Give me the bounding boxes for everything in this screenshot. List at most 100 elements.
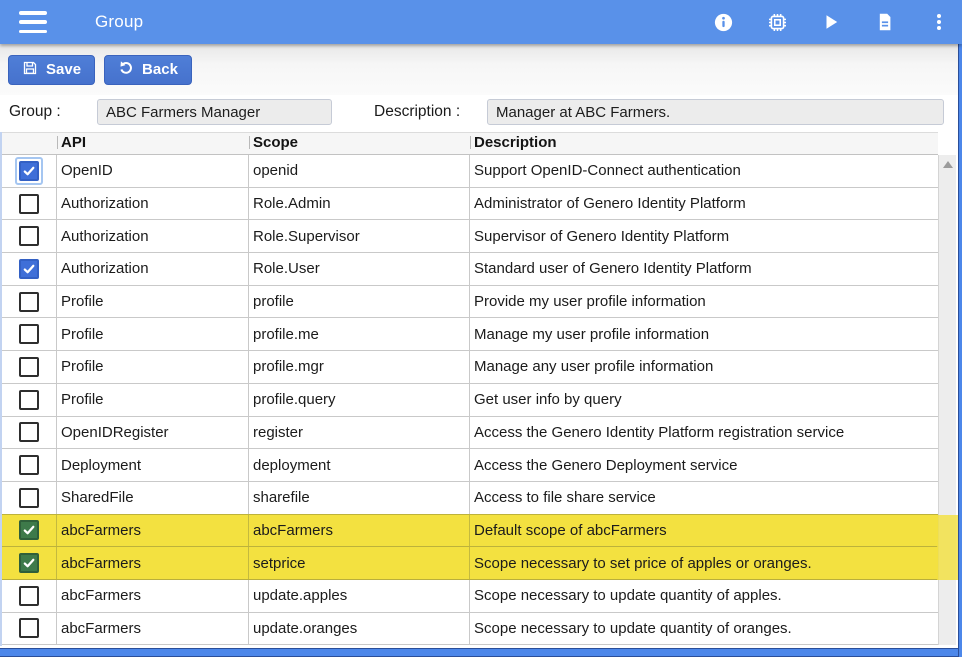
row-checkbox[interactable] xyxy=(19,455,39,475)
page-title: Group xyxy=(95,0,143,44)
checkbox-wrap xyxy=(15,418,43,446)
kebab-menu-icon[interactable] xyxy=(928,11,950,33)
row-checkbox[interactable] xyxy=(19,161,39,181)
table-row[interactable]: AuthorizationRole.SupervisorSupervisor o… xyxy=(2,220,938,253)
row-checkbox[interactable] xyxy=(19,324,39,344)
table-row[interactable]: Profileprofile.meManage my user profile … xyxy=(2,318,938,351)
play-icon[interactable] xyxy=(820,11,842,33)
table-row[interactable]: OpenIDopenidSupport OpenID-Connect authe… xyxy=(2,155,938,188)
info-icon[interactable] xyxy=(712,11,734,33)
cell-description: Administrator of Genero Identity Platfor… xyxy=(470,188,938,220)
checkbox-cell xyxy=(2,253,57,285)
chip-icon[interactable] xyxy=(766,11,788,33)
checkbox-cell xyxy=(2,220,57,252)
cell-api: abcFarmers xyxy=(57,613,249,645)
table-row[interactable]: SharedFilesharefileAccess to file share … xyxy=(2,482,938,515)
table-row[interactable]: abcFarmerssetpriceScope necessary to set… xyxy=(2,547,938,580)
row-checkbox[interactable] xyxy=(19,422,39,442)
back-button[interactable]: Back xyxy=(104,55,192,85)
group-input[interactable] xyxy=(97,99,332,125)
cell-scope: update.oranges xyxy=(249,613,470,645)
save-button-label: Save xyxy=(46,61,81,78)
app-bar-actions xyxy=(712,0,950,44)
cell-description: Supervisor of Genero Identity Platform xyxy=(470,220,938,252)
back-button-label: Back xyxy=(142,61,178,78)
cell-scope: Role.User xyxy=(249,253,470,285)
column-header-scope: Scope xyxy=(249,133,470,152)
table-row[interactable]: AuthorizationRole.AdminAdministrator of … xyxy=(2,188,938,221)
checkbox-cell xyxy=(2,188,57,220)
checkbox-wrap xyxy=(15,549,43,577)
checkbox-cell xyxy=(2,613,57,645)
cell-scope: profile.mgr xyxy=(249,351,470,383)
table-row[interactable]: abcFarmersabcFarmersDefault scope of abc… xyxy=(2,515,938,548)
table-row[interactable]: abcFarmersupdate.orangesScope necessary … xyxy=(2,613,938,646)
table-row[interactable]: abcFarmersupdate.applesScope necessary t… xyxy=(2,580,938,613)
checkbox-wrap xyxy=(15,222,43,250)
cell-description: Scope necessary to update quantity of or… xyxy=(470,613,938,645)
checkbox-cell xyxy=(2,286,57,318)
table-row[interactable]: DeploymentdeploymentAccess the Genero De… xyxy=(2,449,938,482)
cell-scope: register xyxy=(249,417,470,449)
checkbox-cell xyxy=(2,482,57,514)
row-checkbox[interactable] xyxy=(19,292,39,312)
cell-api: Authorization xyxy=(57,188,249,220)
column-header-api: API xyxy=(57,133,249,152)
checkbox-wrap xyxy=(15,320,43,348)
row-checkbox[interactable] xyxy=(19,520,39,540)
cell-api: Authorization xyxy=(57,253,249,285)
cell-api: Profile xyxy=(57,286,249,318)
checkbox-cell xyxy=(2,580,57,612)
checkbox-wrap xyxy=(15,484,43,512)
checkbox-wrap xyxy=(15,516,43,544)
highlight-overlay xyxy=(937,515,958,580)
row-checkbox[interactable] xyxy=(19,488,39,508)
window-right-edge xyxy=(958,44,962,657)
cell-description: Scope necessary to update quantity of ap… xyxy=(470,580,938,612)
row-checkbox[interactable] xyxy=(19,194,39,214)
table-row[interactable]: Profileprofile.queryGet user info by que… xyxy=(2,384,938,417)
scroll-up-arrow-icon[interactable] xyxy=(943,161,953,168)
cell-description: Access to file share service xyxy=(470,482,938,514)
checkbox-cell xyxy=(2,449,57,481)
checkbox-cell xyxy=(2,547,57,579)
cell-scope: abcFarmers xyxy=(249,515,470,547)
row-checkbox[interactable] xyxy=(19,390,39,410)
cell-description: Standard user of Genero Identity Platfor… xyxy=(470,253,938,285)
cell-description: Access the Genero Identity Platform regi… xyxy=(470,417,938,449)
cell-api: Profile xyxy=(57,351,249,383)
row-checkbox[interactable] xyxy=(19,586,39,606)
menu-icon[interactable] xyxy=(19,11,49,33)
row-checkbox[interactable] xyxy=(19,226,39,246)
cell-scope: profile.query xyxy=(249,384,470,416)
cell-api: abcFarmers xyxy=(57,547,249,579)
description-input[interactable] xyxy=(487,99,944,125)
row-checkbox[interactable] xyxy=(19,618,39,638)
save-button[interactable]: Save xyxy=(8,55,95,85)
cell-api: Authorization xyxy=(57,220,249,252)
table-row[interactable]: ProfileprofileProvide my user profile in… xyxy=(2,286,938,319)
undo-arrow-icon xyxy=(118,60,134,80)
cell-description: Access the Genero Deployment service xyxy=(470,449,938,481)
cell-api: SharedFile xyxy=(57,482,249,514)
focused-checkbox-ring xyxy=(15,157,43,185)
form-row: Group : Description : xyxy=(0,95,962,131)
cell-api: abcFarmers xyxy=(57,515,249,547)
cell-api: Profile xyxy=(57,384,249,416)
table-row[interactable]: Profileprofile.mgrManage any user profil… xyxy=(2,351,938,384)
checkbox-cell xyxy=(2,351,57,383)
cell-scope: deployment xyxy=(249,449,470,481)
app-bar: Group xyxy=(0,0,962,44)
cell-scope: openid xyxy=(249,155,470,187)
toolbar: Save Back xyxy=(0,44,962,95)
cell-scope: setprice xyxy=(249,547,470,579)
checkbox-wrap xyxy=(15,190,43,218)
row-checkbox[interactable] xyxy=(19,553,39,573)
document-icon[interactable] xyxy=(874,11,896,33)
cell-description: Scope necessary to set price of apples o… xyxy=(470,547,938,579)
row-checkbox[interactable] xyxy=(19,357,39,377)
table-row[interactable]: OpenIDRegisterregisterAccess the Genero … xyxy=(2,417,938,450)
row-checkbox[interactable] xyxy=(19,259,39,279)
cell-description: Manage any user profile information xyxy=(470,351,938,383)
table-row[interactable]: AuthorizationRole.UserStandard user of G… xyxy=(2,253,938,286)
